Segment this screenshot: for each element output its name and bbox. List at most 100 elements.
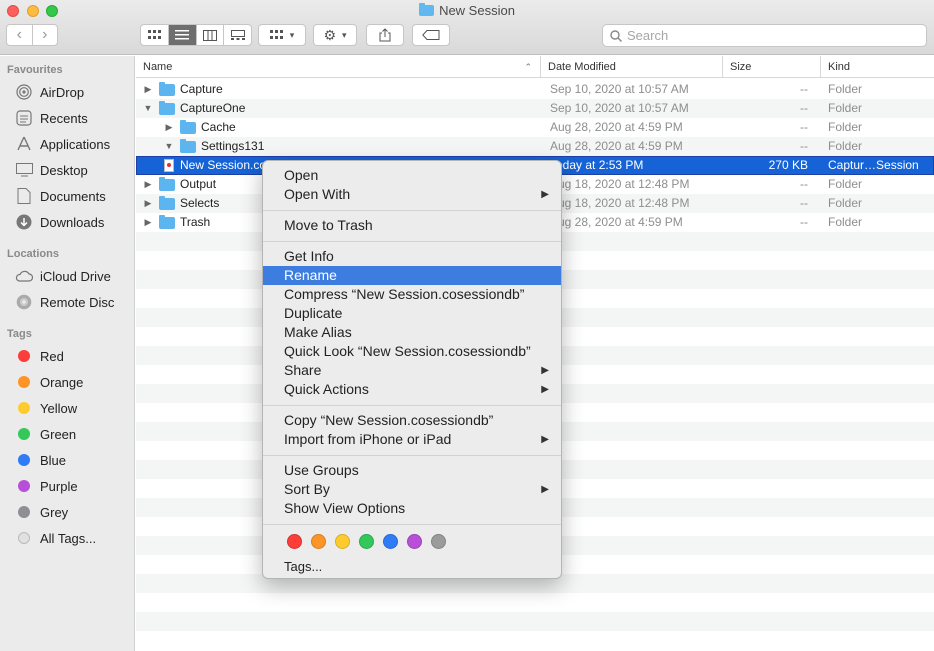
sidebar-tag-grey[interactable]: Grey: [14, 501, 132, 523]
menu-item-compress[interactable]: Compress “New Session.cosessiondb”: [263, 285, 561, 304]
search-icon: [610, 30, 622, 42]
sidebar-item-remote-disc[interactable]: Remote Disc: [14, 291, 132, 313]
disclosure-triangle-icon[interactable]: ▶: [143, 213, 153, 232]
file-name: Settings131: [201, 139, 265, 153]
list-view-button[interactable]: [168, 25, 197, 45]
tag-color-green[interactable]: [359, 534, 374, 549]
menu-item-move-to-trash[interactable]: Move to Trash: [263, 216, 561, 235]
sidebar-item-desktop[interactable]: Desktop: [14, 159, 132, 181]
share-icon: [379, 28, 391, 42]
disclosure-triangle-icon[interactable]: ▶: [164, 118, 174, 137]
menu-separator: [263, 241, 561, 242]
sidebar-tag-red[interactable]: Red: [14, 345, 132, 367]
sidebar-item-label: All Tags...: [40, 530, 97, 546]
menu-item-copy[interactable]: Copy “New Session.cosessiondb”: [263, 411, 561, 430]
date-cell: Sep 10, 2020 at 10:57 AM: [550, 101, 689, 115]
tag-color-blue[interactable]: [383, 534, 398, 549]
table-row[interactable]: ▶ Capture Sep 10, 2020 at 10:57 AM -- Fol…: [136, 80, 934, 99]
search-placeholder: Search: [627, 28, 669, 43]
sidebar-item-applications[interactable]: Applications: [14, 133, 132, 155]
column-view-button[interactable]: [197, 25, 225, 45]
kind-cell: Folder: [828, 101, 863, 115]
tag-color-purple[interactable]: [407, 534, 422, 549]
tag-color-orange[interactable]: [311, 534, 326, 549]
file-name: Trash: [180, 215, 211, 229]
sidebar-tag-yellow[interactable]: Yellow: [14, 397, 132, 419]
grey-tag-dot: [18, 506, 30, 518]
sidebar-tag-green[interactable]: Green: [14, 423, 132, 445]
icon-view-button[interactable]: [141, 25, 169, 45]
kind-cell: Folder: [828, 196, 863, 210]
disclosure-triangle-icon[interactable]: ▶: [143, 80, 153, 99]
sidebar-tag-all-tags[interactable]: All Tags...: [14, 527, 132, 549]
disclosure-triangle-icon[interactable]: ▼: [143, 99, 153, 118]
sidebar-item-label: iCloud Drive: [40, 268, 111, 284]
menu-tag-colors: [287, 534, 446, 549]
menu-item-quick-actions[interactable]: Quick Actions ▶: [263, 380, 561, 399]
forward-button[interactable]: ›: [33, 25, 58, 45]
sidebar-item-airdrop[interactable]: AirDrop: [14, 81, 132, 103]
group-button[interactable]: ▾: [258, 24, 306, 46]
disclosure-triangle-icon[interactable]: ▼: [164, 137, 174, 156]
menu-item-tags[interactable]: Tags...: [263, 557, 561, 576]
chevron-down-icon: ▾: [289, 29, 295, 40]
sidebar-item-label: Orange: [40, 374, 84, 390]
sidebar-item-recents[interactable]: Recents: [14, 107, 132, 129]
column-header-name[interactable]: Name ⌃: [136, 56, 540, 78]
menu-item-share[interactable]: Share ▶: [263, 361, 561, 380]
disclosure-triangle-icon[interactable]: ▶: [143, 194, 153, 213]
column-view-icon: [202, 29, 217, 41]
disclosure-triangle-icon[interactable]: ▶: [143, 175, 153, 194]
share-button[interactable]: [366, 24, 404, 46]
table-row[interactable]: ▼ CaptureOne Sep 10, 2020 at 10:57 AM -- …: [136, 99, 934, 118]
all-tags-dot: [18, 532, 30, 544]
table-row[interactable]: ▼ Settings131 Aug 28, 2020 at 4:59 PM -- …: [136, 137, 934, 156]
sidebar-item-label: Recents: [40, 110, 88, 126]
edit-tags-button[interactable]: [412, 24, 450, 46]
menu-item-quick-look[interactable]: Quick Look “New Session.cosessiondb”: [263, 342, 561, 361]
menu-item-open[interactable]: Open: [263, 166, 561, 185]
menu-separator: [263, 524, 561, 525]
kind-cell: Folder: [828, 177, 863, 191]
menu-item-sort-by[interactable]: Sort By ▶: [263, 480, 561, 499]
gallery-view-button[interactable]: [224, 25, 251, 45]
size-cell: --: [800, 82, 808, 96]
sidebar-item-downloads[interactable]: Downloads: [14, 211, 132, 233]
table-row[interactable]: ▶ Cache Aug 28, 2020 at 4:59 PM -- Folder: [136, 118, 934, 137]
documents-icon: [14, 187, 34, 205]
column-header-date[interactable]: Date Modified: [540, 56, 722, 78]
menu-item-show-view-options[interactable]: Show View Options: [263, 499, 561, 518]
sidebar-tag-purple[interactable]: Purple: [14, 475, 132, 497]
sidebar-item-documents[interactable]: Documents: [14, 185, 132, 207]
sidebar-item-icloud-drive[interactable]: iCloud Drive: [14, 265, 132, 287]
sidebar-tag-orange[interactable]: Orange: [14, 371, 132, 393]
menu-item-import-from-iphone[interactable]: Import from iPhone or iPad ▶: [263, 430, 561, 449]
column-header-kind[interactable]: Kind: [820, 56, 934, 78]
menu-item-open-with[interactable]: Open With ▶: [263, 185, 561, 204]
tag-color-yellow[interactable]: [335, 534, 350, 549]
tag-icon: [422, 30, 440, 40]
size-cell: --: [800, 196, 808, 210]
tag-color-red[interactable]: [287, 534, 302, 549]
purple-tag-dot: [18, 480, 30, 492]
search-field[interactable]: Search: [602, 24, 927, 47]
sidebar-tag-blue[interactable]: Blue: [14, 449, 132, 471]
name-cell: ▶ Trash: [143, 213, 210, 232]
disc-icon: [14, 293, 34, 311]
sidebar-item-label: AirDrop: [40, 84, 85, 100]
menu-item-use-groups[interactable]: Use Groups: [263, 461, 561, 480]
sidebar-item-label: Downloads: [40, 214, 105, 230]
menu-separator: [263, 405, 561, 406]
back-button[interactable]: ‹: [7, 25, 33, 45]
group-icon: [269, 30, 283, 39]
menu-item-make-alias[interactable]: Make Alias: [263, 323, 561, 342]
column-header-size[interactable]: Size: [722, 56, 820, 78]
action-button[interactable]: ⚙ ▾: [313, 24, 357, 46]
menu-item-get-info[interactable]: Get Info: [263, 247, 561, 266]
menu-separator: [263, 210, 561, 211]
menu-item-duplicate[interactable]: Duplicate: [263, 304, 561, 323]
menu-item-rename[interactable]: Rename: [263, 266, 561, 285]
tag-color-grey[interactable]: [431, 534, 446, 549]
folder-icon: [180, 119, 196, 134]
size-cell: --: [800, 139, 808, 153]
